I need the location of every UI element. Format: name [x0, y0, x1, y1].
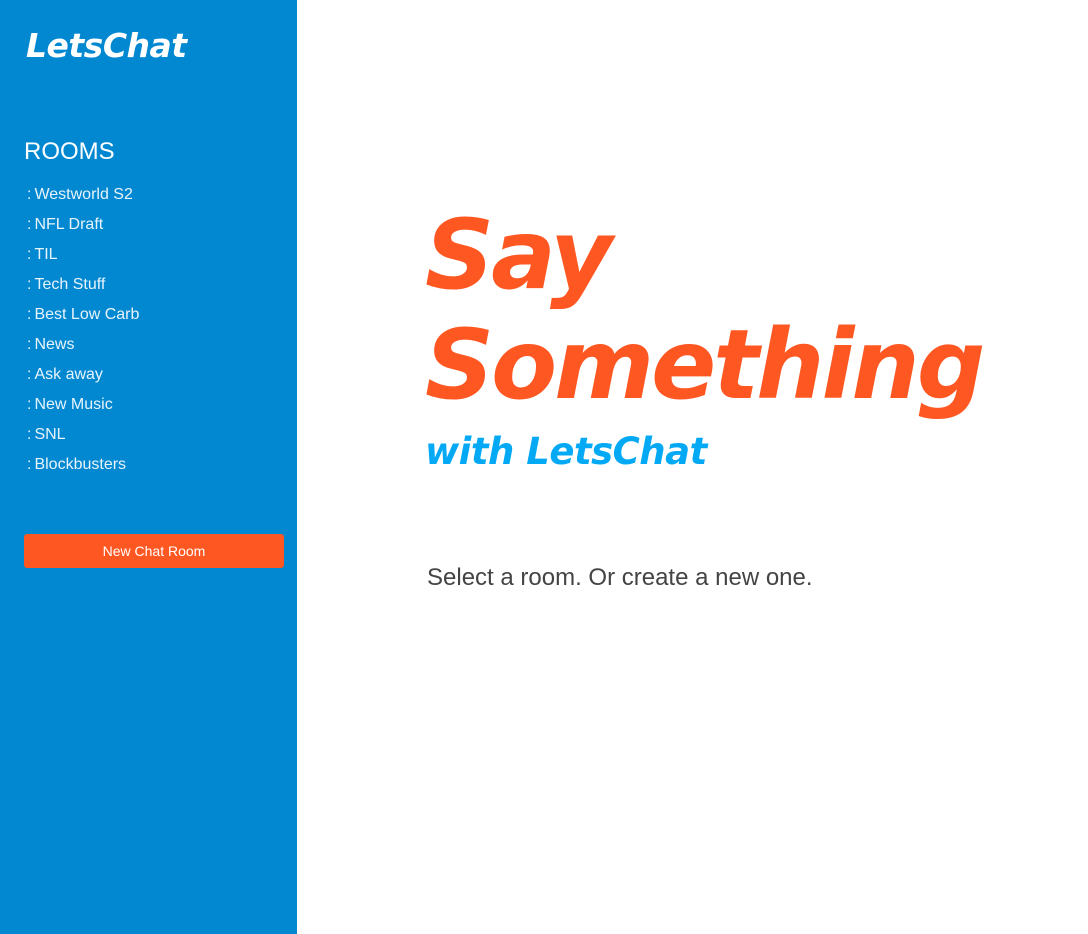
app-root: LetsChat ROOMS : Westworld S2 : NFL Draft … [0, 0, 1088, 934]
rooms-heading: ROOMS [24, 138, 115, 165]
room-item-snl[interactable]: : SNL [27, 420, 139, 450]
room-label: News [34, 336, 75, 353]
hero: Say Something with LetsChat [425, 199, 985, 474]
room-label: Ask away [34, 366, 103, 383]
room-label: SNL [34, 426, 66, 443]
room-item-westworld-s2[interactable]: : Westworld S2 [27, 180, 139, 210]
new-chat-room-button[interactable]: New Chat Room [24, 534, 284, 568]
room-prefix: : [27, 276, 32, 293]
room-item-ask-away[interactable]: : Ask away [27, 360, 139, 390]
hero-title-line-2: Something [425, 309, 985, 421]
room-item-best-low-carb[interactable]: : Best Low Carb [27, 300, 139, 330]
room-prefix: : [27, 216, 32, 233]
room-prefix: : [27, 396, 32, 413]
room-item-nfl-draft[interactable]: : NFL Draft [27, 210, 139, 240]
room-label: NFL Draft [34, 216, 104, 233]
room-item-blockbusters[interactable]: : Blockbusters [27, 450, 139, 480]
room-prefix: : [27, 426, 32, 443]
room-label: New Music [34, 396, 113, 413]
room-prefix: : [27, 456, 32, 473]
hero-title-line-1: Say [425, 199, 613, 311]
room-label: Blockbusters [34, 456, 127, 473]
hero-hint: Select a room. Or create a new one. [427, 564, 813, 591]
room-prefix: : [27, 186, 32, 203]
brand-logo[interactable]: LetsChat [26, 24, 187, 68]
room-item-til[interactable]: : TIL [27, 240, 139, 270]
room-label: Westworld S2 [34, 186, 133, 203]
room-list: : Westworld S2 : NFL Draft : TIL : Tech Stuf… [27, 180, 139, 480]
room-prefix: : [27, 246, 32, 263]
room-prefix: : [27, 306, 32, 323]
room-label: Tech Stuff [34, 276, 106, 293]
room-label: Best Low Carb [34, 306, 140, 323]
main-panel: Say Something with LetsChat Select a roo… [297, 0, 1088, 934]
hero-subtitle: with LetsChat [425, 430, 707, 473]
room-label: TIL [34, 246, 58, 263]
room-item-tech-stuff[interactable]: : Tech Stuff [27, 270, 139, 300]
room-item-news[interactable]: : News [27, 330, 139, 360]
room-prefix: : [27, 366, 32, 383]
hero-title: Say Something [425, 199, 985, 421]
sidebar: LetsChat ROOMS : Westworld S2 : NFL Draft … [0, 0, 297, 934]
room-prefix: : [27, 336, 32, 353]
room-item-new-music[interactable]: : New Music [27, 390, 139, 420]
